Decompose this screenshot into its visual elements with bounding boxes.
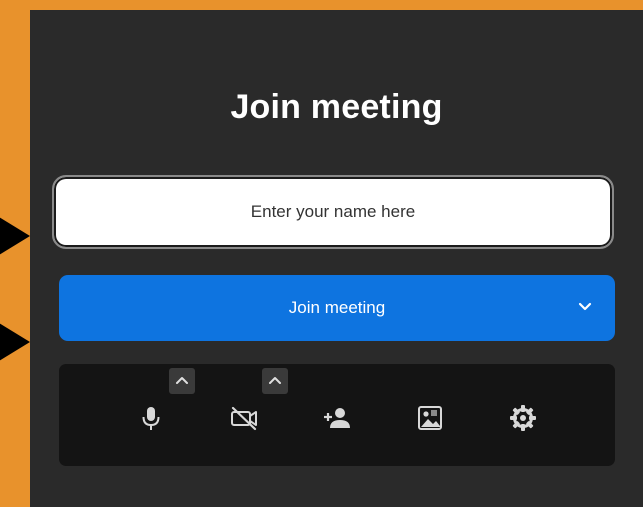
chevron-down-icon[interactable] bbox=[577, 299, 593, 315]
annotation-arrow-join-button bbox=[0, 320, 30, 364]
page-title: Join meeting bbox=[230, 88, 443, 126]
prejoin-toolbar bbox=[59, 364, 615, 466]
gear-icon bbox=[510, 405, 536, 431]
add-person-icon bbox=[324, 408, 350, 428]
background-button[interactable] bbox=[412, 400, 448, 436]
chevron-up-icon bbox=[269, 377, 281, 384]
join-meeting-label: Join meeting bbox=[288, 298, 386, 317]
microphone-button[interactable] bbox=[133, 400, 169, 436]
join-meeting-button[interactable]: Join meeting bbox=[59, 275, 615, 341]
camera-off-icon bbox=[231, 406, 257, 431]
invite-button[interactable] bbox=[319, 400, 355, 436]
camera-button[interactable] bbox=[226, 400, 262, 436]
prejoin-panel: Join meeting Join meeting bbox=[30, 10, 643, 507]
background-image-icon bbox=[418, 406, 442, 430]
settings-button[interactable] bbox=[505, 400, 541, 436]
chevron-up-icon bbox=[176, 377, 188, 384]
annotation-arrow-name-field bbox=[0, 214, 30, 258]
microphone-options-button[interactable] bbox=[169, 368, 195, 394]
microphone-icon bbox=[142, 407, 160, 430]
name-input[interactable] bbox=[52, 175, 614, 249]
camera-options-button[interactable] bbox=[262, 368, 288, 394]
